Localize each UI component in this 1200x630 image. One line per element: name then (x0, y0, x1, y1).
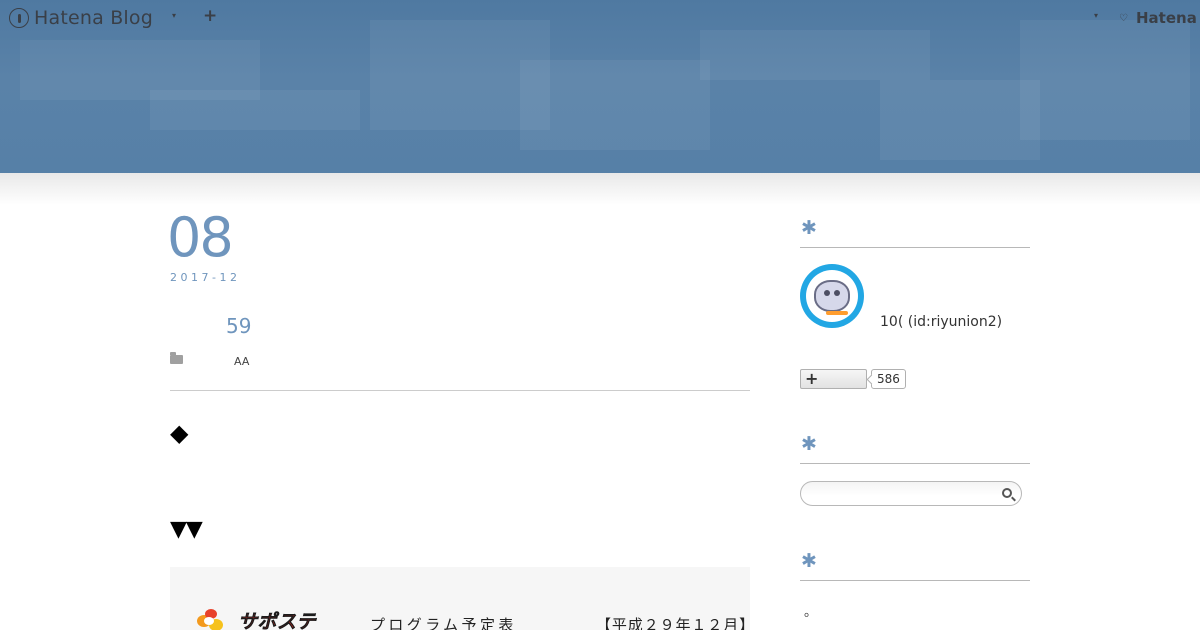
mascot-avatar-icon[interactable] (800, 264, 864, 328)
profile-id-label: (id: (907, 314, 931, 330)
bookmark-count[interactable]: 59 (226, 314, 251, 338)
search-section-heading: ✱ (800, 421, 1030, 464)
flyer-title-text: プログラム予定表 (370, 616, 517, 630)
profile-name[interactable]: 10( (id:riyunion2) (880, 314, 1002, 330)
section-diamond-heading: ◆ (170, 419, 189, 447)
profile-display-name: 10( (880, 314, 904, 330)
hatena-mark-icon: ♡ (1119, 13, 1128, 24)
about-section-heading: ✱ (800, 538, 1030, 581)
folder-icon (170, 352, 183, 364)
new-entry-plus-button[interactable]: + (203, 6, 217, 26)
search-input[interactable] (800, 481, 1022, 506)
entry-year-month[interactable]: 2017-12 (170, 271, 240, 284)
user-menu-chevron-down-icon[interactable]: ▾ (1094, 11, 1098, 20)
profile-user-id: riyunion2) (930, 314, 1003, 330)
about-text: 。 (804, 605, 818, 620)
plus-icon: + (805, 369, 819, 388)
search-icon[interactable] (1002, 488, 1012, 498)
sidebar: ✱ 10( (id:riyunion2) + 586 ✱ ✱ 。 (800, 205, 1030, 630)
reader-count-badge: 586 (871, 369, 906, 389)
header-background-pattern (0, 0, 1200, 173)
hatena-blog-logo-icon (9, 8, 29, 28)
category-link[interactable]: AA (234, 355, 249, 368)
hatena-blog-logo[interactable]: Hatena Blog (9, 6, 153, 30)
entry-header-divider (170, 390, 750, 391)
section-asterisk-icon: ✱ (801, 433, 817, 455)
section-asterisk-icon: ✱ (801, 550, 817, 572)
blog-header: Hatena Blog ▾ + ▾ ♡ Hatena (0, 0, 1200, 173)
brand-name: Hatena Blog (34, 7, 153, 29)
section-asterisk-icon: ✱ (801, 217, 817, 239)
entry-day[interactable]: 08 (170, 211, 234, 265)
entry-article: 08 2017-12 59 AA ◆ ▼▼ サポステ プログラム予定表 【平成２… (170, 205, 750, 630)
flyer-date-text: 【平成２９年１２月】 (596, 616, 750, 630)
blog-menu-chevron-down-icon[interactable]: ▾ (172, 11, 176, 20)
header-shadow (0, 173, 1200, 205)
subscribe-button[interactable]: + (800, 369, 867, 389)
flyer-brand-text: サポステ (238, 611, 317, 630)
program-schedule-image[interactable]: サポステ プログラム予定表 【平成２９年１２月】 (170, 567, 750, 630)
section-triangle-heading: ▼▼ (170, 517, 203, 542)
hatena-link[interactable]: Hatena (1136, 9, 1197, 27)
profile-section-heading: ✱ (800, 205, 1030, 248)
saposute-logo-icon (197, 609, 225, 630)
